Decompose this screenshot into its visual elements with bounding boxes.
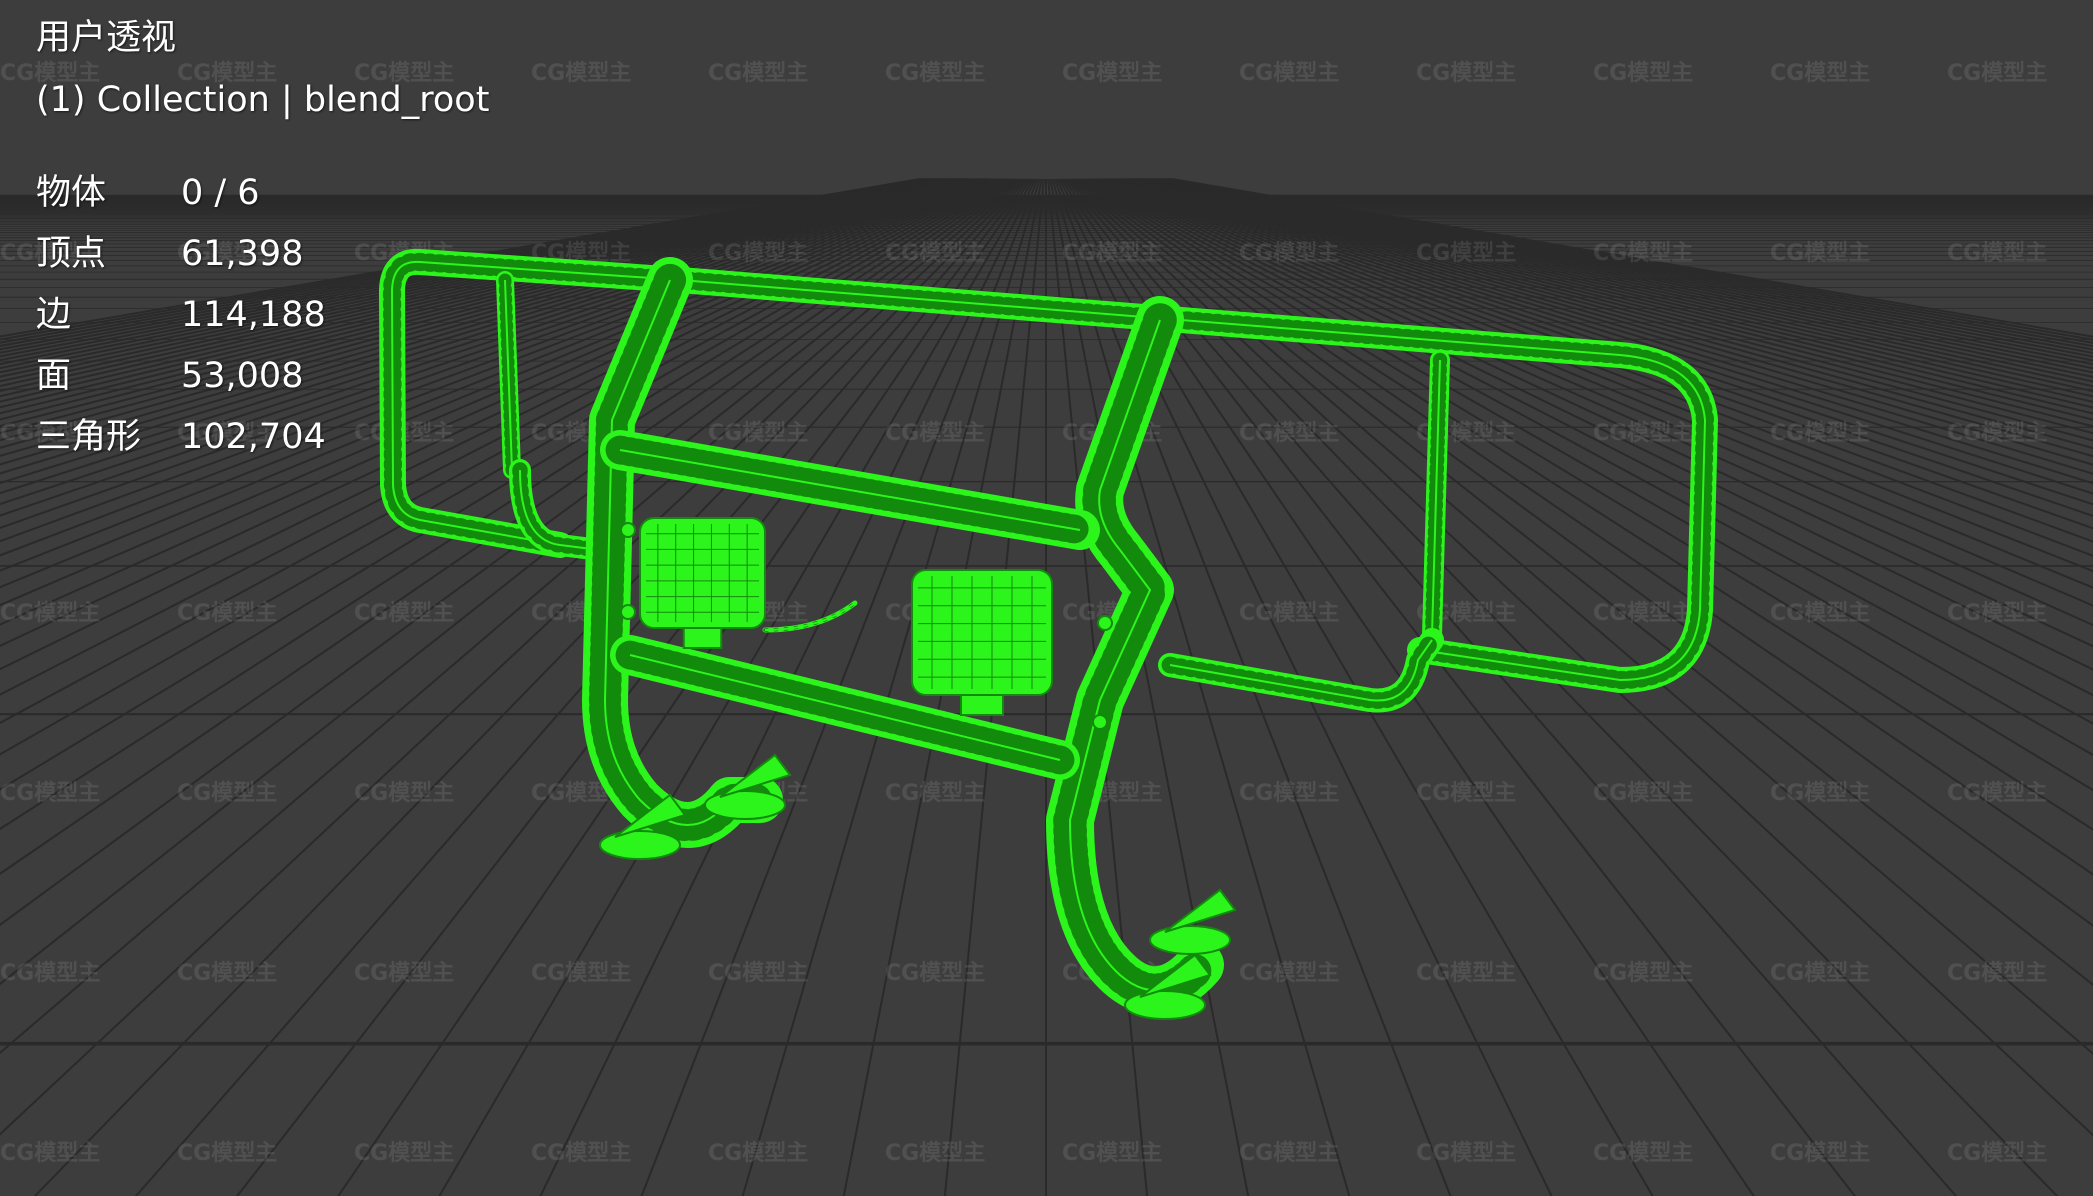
watermark-text: CG模型主: [0, 601, 100, 626]
watermark-text: CG模型主: [885, 421, 985, 446]
watermark-text: CG模型主: [1947, 61, 2047, 86]
bolt: [1097, 615, 1113, 631]
watermark-text: CG模型主: [177, 1141, 277, 1166]
watermark-text: CG模型主: [0, 961, 100, 986]
watermark-text: CG模型主: [0, 1141, 100, 1166]
watermark-text: CG模型主: [177, 61, 277, 86]
watermark-text: CG模型主: [0, 421, 100, 446]
watermark-text: CG模型主: [1239, 61, 1339, 86]
left-inner-bar[interactable]: [496, 271, 521, 479]
watermark-text: CG模型主: [1947, 1141, 2047, 1166]
watermark-text: CG模型主: [177, 421, 277, 446]
watermark-text: CG模型主: [1416, 781, 1516, 806]
watermark-text: CG模型主: [708, 1141, 808, 1166]
bolt: [620, 522, 636, 538]
watermark-text: CG模型主: [708, 961, 808, 986]
watermark-text: CG模型主: [885, 961, 985, 986]
watermark-text: CG模型主: [1593, 601, 1693, 626]
right-inner-bar[interactable]: [1422, 350, 1450, 645]
watermark-text: CG模型主: [1593, 61, 1693, 86]
watermark-text: CG模型主: [1593, 1141, 1693, 1166]
watermark-text: CG模型主: [1770, 1141, 1870, 1166]
watermark-text: CG模型主: [708, 421, 808, 446]
left-auxiliary-light[interactable]: [639, 517, 766, 649]
watermark-text: CG模型主: [1593, 961, 1693, 986]
watermark-text: CG模型主: [1239, 961, 1339, 986]
watermark-text: CG模型主: [354, 781, 454, 806]
watermark-text: CG模型主: [885, 1141, 985, 1166]
watermark-text: CG模型主: [354, 1141, 454, 1166]
watermark-text: CG模型主: [1770, 421, 1870, 446]
watermark-text: CG模型主: [1062, 241, 1162, 266]
watermark-text: CG模型主: [1239, 601, 1339, 626]
watermark-text: CG模型主: [0, 61, 100, 86]
watermark-text: CG模型主: [1593, 781, 1693, 806]
watermark-text: CG模型主: [531, 1141, 631, 1166]
watermark-text: CG模型主: [0, 241, 100, 266]
watermark-text: CG模型主: [1593, 241, 1693, 266]
right-auxiliary-light[interactable]: [911, 569, 1053, 716]
watermark-text: CG模型主: [1770, 241, 1870, 266]
watermark-text: CG模型主: [1062, 1141, 1162, 1166]
watermark-text: CG模型主: [1416, 241, 1516, 266]
watermark-text: CG模型主: [885, 781, 985, 806]
watermark-text: CG模型主: [1947, 421, 2047, 446]
watermark-text: CG模型主: [177, 241, 277, 266]
watermark-text: CG模型主: [1770, 601, 1870, 626]
3d-viewport[interactable]: CG模型主 CG模型主 CG模型主 CG模型主 CG模型主 CG模型主 CG模型主 CG模型主…: [0, 0, 2093, 1196]
watermark-text: CG模型主: [1947, 781, 2047, 806]
watermark-text: CG模型主: [177, 961, 277, 986]
watermark-text: CG模型主: [885, 241, 985, 266]
watermark-text: CG模型主: [1239, 1141, 1339, 1166]
watermark-text: CG模型主: [531, 961, 631, 986]
watermark-text: CG模型主: [177, 781, 277, 806]
bolt: [1092, 714, 1108, 730]
watermark-text: CG模型主: [354, 601, 454, 626]
watermark-text: CG模型主: [177, 601, 277, 626]
viewport-scene[interactable]: CG模型主 CG模型主 CG模型主 CG模型主 CG模型主 CG模型主 CG模型主 CG模型主…: [0, 0, 2093, 1196]
watermark-text: CG模型主: [1062, 61, 1162, 86]
watermark-text: CG模型主: [1947, 241, 2047, 266]
watermark-text: CG模型主: [1416, 1141, 1516, 1166]
watermark-text: CG模型主: [1416, 61, 1516, 86]
watermark-text: CG模型主: [885, 61, 985, 86]
watermark-text: CG模型主: [1770, 61, 1870, 86]
watermark-text: CG模型主: [0, 781, 100, 806]
watermark-text: CG模型主: [1770, 781, 1870, 806]
watermark-text: CG模型主: [1239, 241, 1339, 266]
watermark-text: CG模型主: [1239, 781, 1339, 806]
bolt: [620, 604, 636, 620]
watermark-text: CG模型主: [1593, 421, 1693, 446]
watermark-text: CG模型主: [708, 61, 808, 86]
watermark-text: CG模型主: [354, 61, 454, 86]
watermark-text: CG模型主: [1770, 961, 1870, 986]
watermark-text: CG模型主: [708, 241, 808, 266]
watermark-text: CG模型主: [1416, 961, 1516, 986]
watermark-text: CG模型主: [531, 61, 631, 86]
watermark-text: CG模型主: [354, 961, 454, 986]
watermark-text: CG模型主: [1947, 601, 2047, 626]
watermark-text: CG模型主: [1947, 961, 2047, 986]
watermark-text: CG模型主: [1239, 421, 1339, 446]
